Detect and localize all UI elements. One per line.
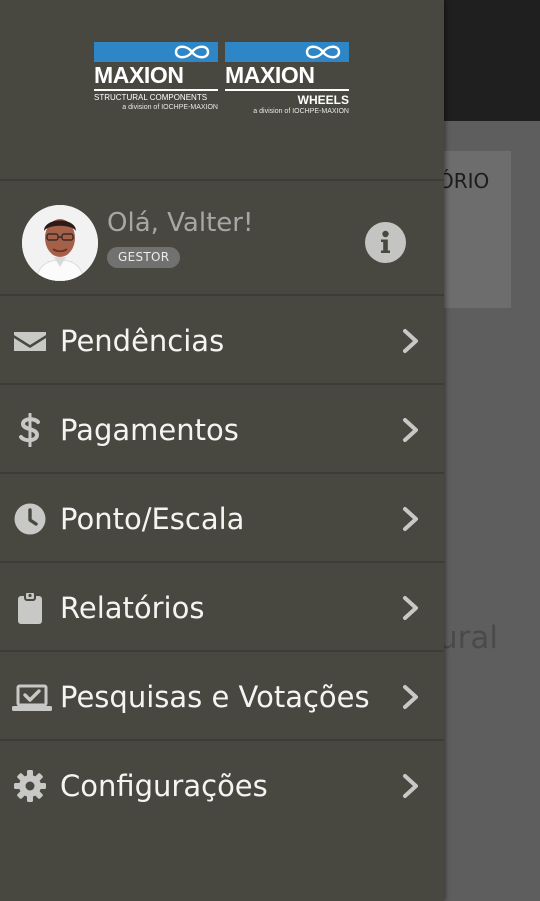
chevron-right-icon — [403, 418, 418, 442]
dollar-icon — [12, 413, 48, 447]
menu-item-relatorios[interactable]: Relatórios — [0, 563, 444, 652]
logo-name: MAXION — [225, 62, 315, 88]
role-badge: GESTOR — [107, 247, 181, 268]
logo-band — [225, 42, 349, 62]
chevron-right-icon — [403, 774, 418, 798]
envelope-icon — [12, 324, 48, 358]
logo-rule — [225, 89, 349, 91]
menu-item-label: Pendências — [60, 324, 225, 358]
menu-item-configuracoes[interactable]: Configurações — [0, 741, 444, 830]
user-profile: Olá, Valter! GESTOR — [0, 181, 444, 296]
chevron-right-icon — [403, 507, 418, 531]
navigation-drawer: MAXION STRUCTURAL COMPONENTS a division … — [0, 0, 444, 901]
info-button[interactable] — [365, 222, 406, 263]
maxion-structural-logo: MAXION STRUCTURAL COMPONENTS a division … — [94, 42, 218, 112]
menu-item-pesquisas-votacoes[interactable]: Pesquisas e Votações — [0, 652, 444, 741]
infinity-logo-icon — [174, 45, 210, 59]
background-body-text: ural — [438, 620, 499, 656]
chevron-right-icon — [403, 329, 418, 353]
logo-rule — [94, 89, 218, 91]
menu-item-label: Ponto/Escala — [60, 502, 245, 536]
menu-item-ponto-escala[interactable]: Ponto/Escala — [0, 474, 444, 563]
logo-tagline: a division of IOCHPE-MAXION — [253, 108, 349, 115]
background-card-text: ÓRIO — [438, 169, 490, 193]
menu-item-pendencias[interactable]: Pendências — [0, 296, 444, 385]
gear-icon — [12, 769, 48, 803]
logo-subtitle: WHEELS — [297, 93, 349, 107]
user-greeting: Olá, Valter! — [107, 208, 254, 238]
menu-item-label: Configurações — [60, 769, 268, 803]
menu-item-label: Pagamentos — [60, 413, 239, 447]
company-logos: MAXION STRUCTURAL COMPONENTS a division … — [94, 42, 350, 122]
avatar-photo — [22, 205, 98, 281]
logo-subtitle: STRUCTURAL COMPONENTS — [94, 93, 208, 102]
menu-item-label: Pesquisas e Votações — [60, 680, 370, 714]
chevron-right-icon — [403, 685, 418, 709]
logo-tagline: a division of IOCHPE-MAXION — [122, 104, 218, 111]
logo-name: MAXION — [94, 62, 184, 88]
maxion-wheels-logo: MAXION WHEELS a division of IOCHPE-MAXIO… — [225, 42, 349, 116]
menu-item-pagamentos[interactable]: Pagamentos — [0, 385, 444, 474]
info-circle-icon — [381, 230, 390, 253]
menu-item-label: Relatórios — [60, 591, 205, 625]
laptop-check-icon — [12, 680, 52, 714]
chevron-right-icon — [403, 596, 418, 620]
logo-band — [94, 42, 218, 62]
clock-icon — [12, 502, 48, 536]
clipboard-icon — [12, 591, 48, 625]
avatar[interactable] — [22, 205, 98, 281]
drawer-menu: Pendências Pagamentos Ponto/Escala Relat… — [0, 296, 444, 830]
infinity-logo-icon — [305, 45, 341, 59]
